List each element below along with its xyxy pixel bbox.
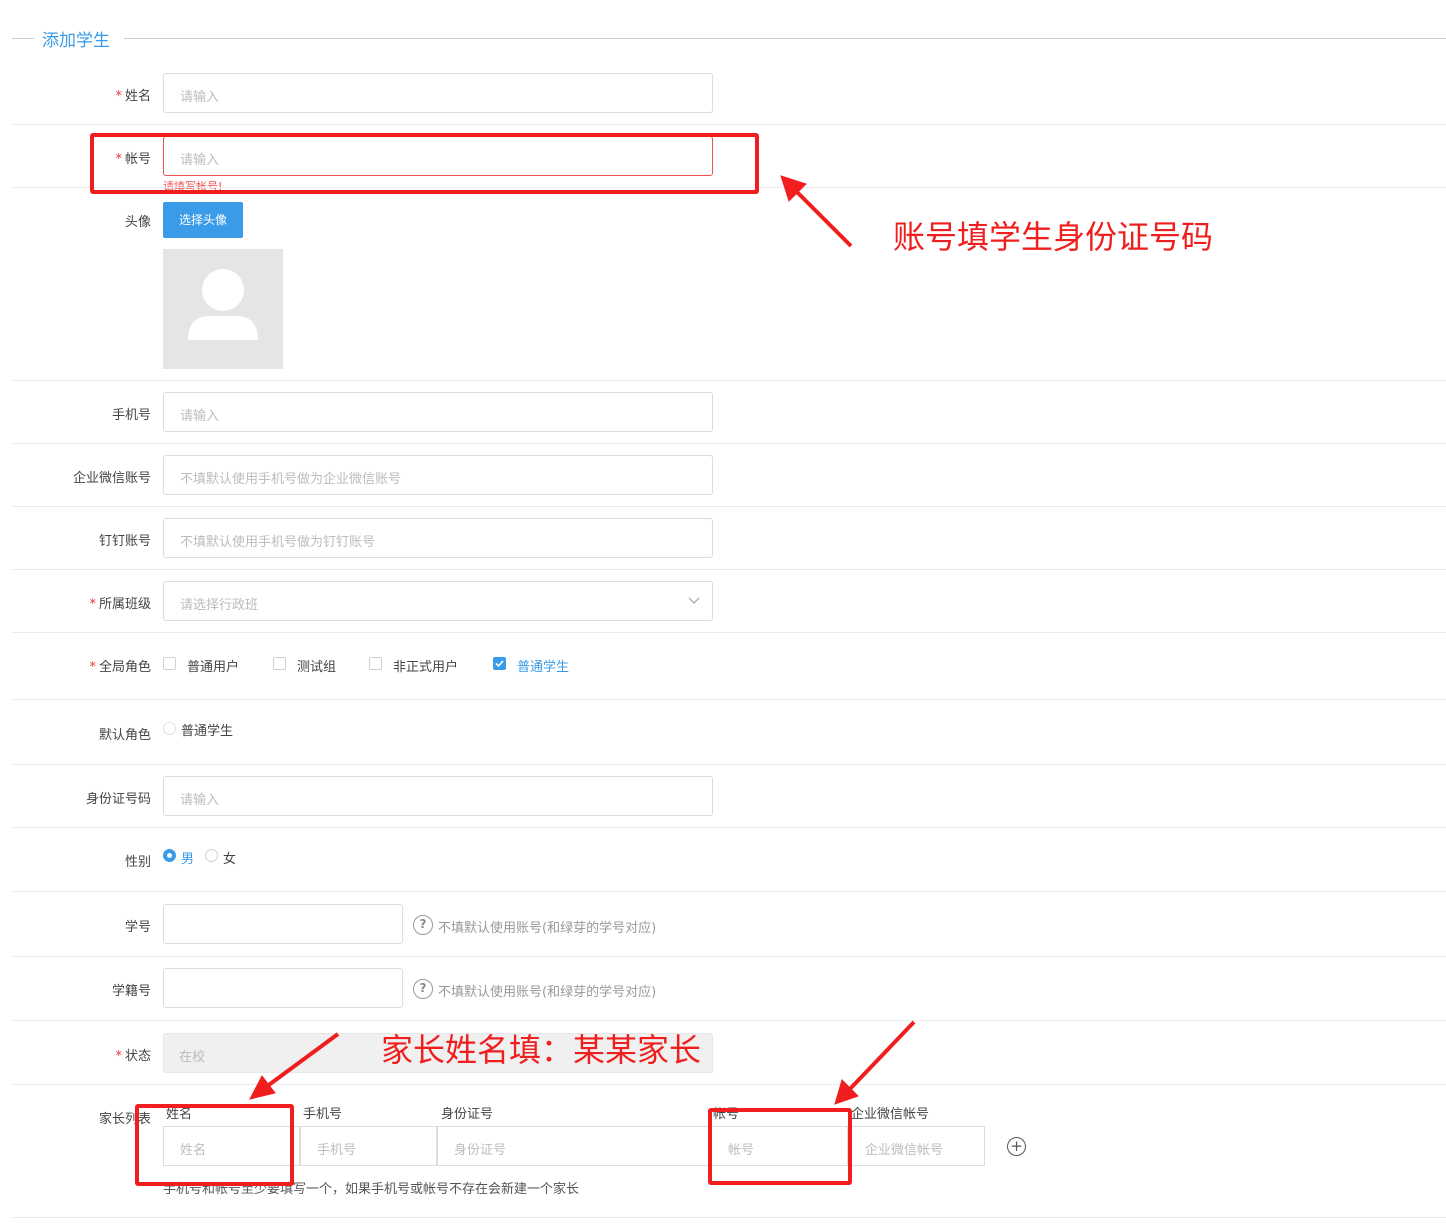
arrow-icon — [249, 175, 916, 1105]
annotation-arrows — [249, 175, 916, 1105]
